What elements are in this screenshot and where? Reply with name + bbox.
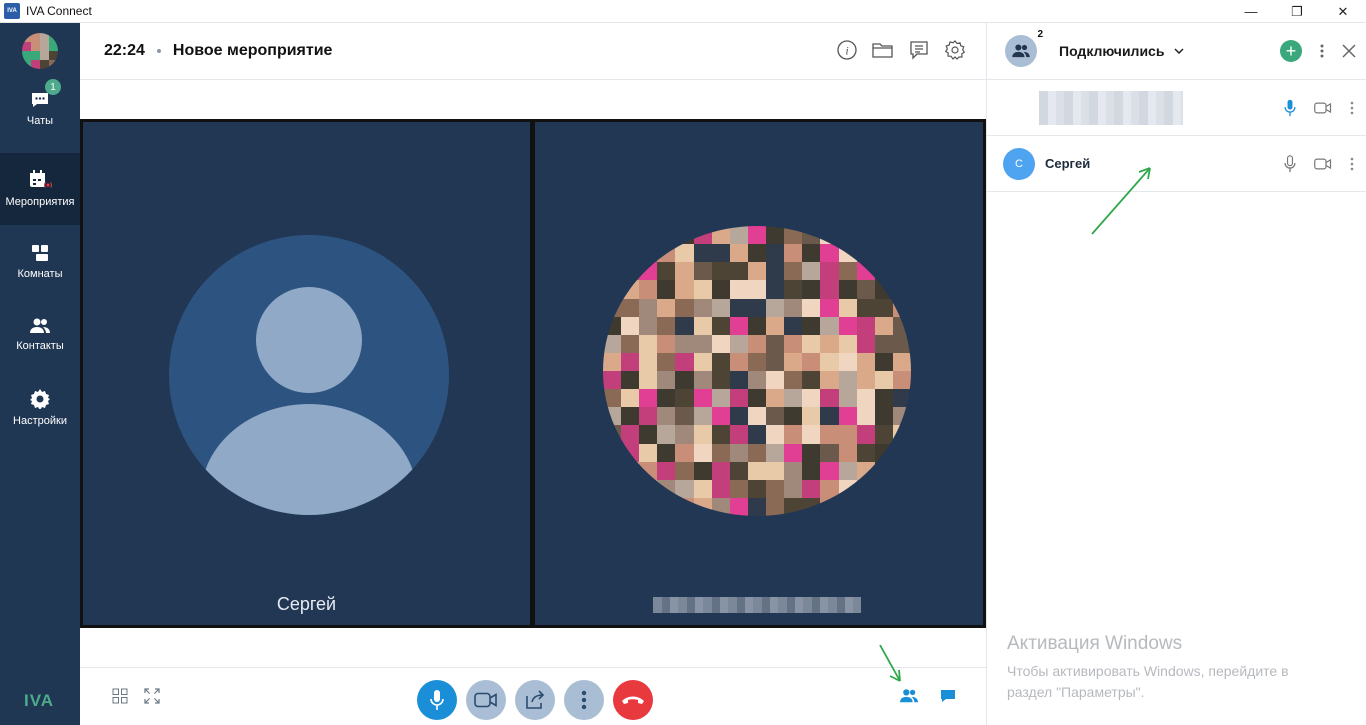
sidebar-item-events[interactable]: Мероприятия bbox=[0, 153, 80, 225]
microphone-active-icon[interactable] bbox=[1284, 99, 1296, 117]
microphone-icon[interactable] bbox=[1284, 155, 1296, 173]
window-title: IVA Connect bbox=[26, 4, 92, 18]
sidebar-item-rooms[interactable]: Комнаты bbox=[0, 226, 80, 298]
default-avatar-icon bbox=[169, 235, 449, 515]
camera-button[interactable] bbox=[466, 680, 506, 720]
close-icon[interactable] bbox=[1342, 44, 1356, 58]
participant-avatar-pixelated bbox=[603, 226, 911, 516]
microphone-icon bbox=[430, 690, 444, 710]
layout-controls bbox=[112, 688, 160, 704]
participants-panel: 2 Подключились + С Сергей Активация Wind… bbox=[986, 23, 1366, 725]
more-vertical-icon[interactable] bbox=[1350, 101, 1354, 115]
add-participant-button[interactable]: + bbox=[1280, 40, 1302, 62]
folder-icon[interactable] bbox=[872, 39, 894, 61]
watermark-title: Активация Windows bbox=[1007, 633, 1183, 654]
title-bar: IVA IVA Connect — ❐ ✕ bbox=[0, 0, 1366, 23]
more-vertical-icon bbox=[581, 690, 587, 710]
participant-name: Сергей bbox=[1045, 156, 1091, 171]
windows-activation-watermark: Активация Windows Чтобы активировать Win… bbox=[1007, 633, 1327, 703]
svg-text:i: i bbox=[845, 44, 848, 58]
participant-name-label: Сергей bbox=[276, 594, 337, 614]
sidebar-item-settings[interactable]: Настройки bbox=[0, 372, 80, 444]
share-screen-icon bbox=[526, 690, 545, 709]
minimize-button[interactable]: — bbox=[1228, 0, 1274, 23]
calendar-live-icon bbox=[30, 170, 52, 188]
header-actions: i bbox=[836, 39, 966, 61]
page-title: Новое мероприятие bbox=[172, 42, 333, 59]
video-stage: Сергей bbox=[80, 119, 986, 628]
participant-name-label-obscured bbox=[653, 597, 861, 613]
call-buttons bbox=[417, 680, 653, 720]
participant-row[interactable] bbox=[987, 80, 1366, 136]
gear-icon bbox=[30, 389, 50, 409]
separator-dot bbox=[156, 49, 161, 53]
screen-share-button[interactable] bbox=[515, 680, 555, 720]
user-avatar[interactable] bbox=[22, 33, 58, 69]
phone-hangup-icon bbox=[622, 696, 644, 704]
chat-icon bbox=[32, 93, 48, 107]
info-icon[interactable]: i bbox=[836, 39, 858, 61]
camera-off-icon[interactable] bbox=[1314, 102, 1332, 114]
camera-icon bbox=[474, 692, 497, 708]
sidebar-item-label: Мероприятия bbox=[5, 196, 75, 208]
participant-avatar: С bbox=[1003, 147, 1035, 180]
more-vertical-icon[interactable] bbox=[1350, 157, 1354, 171]
watermark-text: Чтобы активировать Windows, перейдите в … bbox=[1007, 663, 1289, 700]
camera-off-icon[interactable] bbox=[1314, 158, 1332, 170]
panel-header: 2 Подключились + bbox=[987, 23, 1366, 80]
event-time: 22:24 bbox=[104, 42, 145, 59]
panel-toggles bbox=[900, 688, 956, 704]
chevron-down-icon[interactable] bbox=[1174, 48, 1184, 54]
annotation-arrow bbox=[1091, 167, 1151, 235]
sidebar-item-label: Контакты bbox=[16, 340, 64, 352]
maximize-button[interactable]: ❐ bbox=[1274, 0, 1320, 23]
sidebar-item-contacts[interactable]: Контакты bbox=[0, 299, 80, 371]
more-options-button[interactable] bbox=[564, 680, 604, 720]
sidebar-item-label: Настройки bbox=[13, 415, 67, 427]
grid-layout-icon[interactable] bbox=[112, 688, 128, 704]
call-controls-bar bbox=[80, 667, 986, 725]
contacts-icon bbox=[30, 318, 50, 333]
participant-row[interactable]: С Сергей bbox=[987, 136, 1366, 192]
brand-logo: IVA bbox=[24, 691, 55, 710]
rooms-icon bbox=[32, 245, 48, 261]
sidebar: Чаты 1 Мероприятия Комнаты Контакты Наст… bbox=[0, 23, 80, 725]
participant-avatar-pixelated bbox=[1003, 90, 1031, 126]
notes-icon[interactable] bbox=[908, 39, 930, 61]
window-controls: — ❐ ✕ bbox=[1228, 0, 1366, 23]
panel-actions: + bbox=[1280, 40, 1356, 62]
chat-toggle-icon[interactable] bbox=[940, 688, 956, 704]
app-logo-icon: IVA bbox=[4, 3, 20, 19]
settings-icon[interactable] bbox=[944, 39, 966, 61]
microphone-button[interactable] bbox=[417, 680, 457, 720]
panel-title[interactable]: Подключились bbox=[1059, 43, 1164, 59]
sidebar-item-label: Чаты bbox=[26, 115, 54, 127]
participants-group-icon bbox=[1012, 44, 1030, 58]
event-header: 22:24 Новое мероприятие i bbox=[80, 23, 986, 80]
more-vertical-icon[interactable] bbox=[1320, 44, 1324, 58]
video-tile-sergey[interactable]: Сергей bbox=[83, 122, 530, 625]
fullscreen-icon[interactable] bbox=[144, 688, 160, 704]
unread-badge: 1 bbox=[45, 79, 61, 95]
close-window-button[interactable]: ✕ bbox=[1320, 0, 1366, 23]
video-tile-participant[interactable] bbox=[535, 122, 983, 625]
annotation-arrow bbox=[879, 644, 901, 682]
participants-count-avatar: 2 bbox=[1005, 29, 1043, 67]
participant-controls bbox=[1284, 99, 1354, 117]
participant-name-obscured bbox=[1039, 90, 1183, 125]
sidebar-item-chats[interactable]: Чаты 1 bbox=[0, 73, 80, 145]
participant-controls bbox=[1284, 155, 1354, 173]
participants-count: 2 bbox=[1037, 29, 1043, 40]
participants-icon[interactable] bbox=[900, 688, 918, 704]
sidebar-item-label: Комнаты bbox=[17, 268, 63, 280]
hang-up-button[interactable] bbox=[613, 680, 653, 720]
